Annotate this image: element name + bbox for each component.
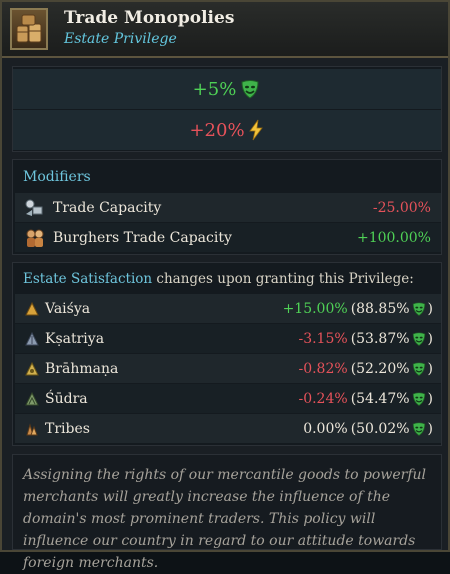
estate-total: (52.20% [350, 360, 410, 377]
privilege-title: Trade Monopolies [64, 8, 235, 28]
estate-total-close: ) [427, 330, 433, 347]
estate-change: -3.15% [298, 330, 348, 347]
estate-name: Kṣatriya [45, 330, 105, 347]
estate-total: (50.02% [350, 420, 410, 437]
estate-change: -0.24% [298, 390, 348, 407]
effect-value: +5% [192, 78, 237, 100]
modifiers-panel: Modifiers Trade Capacity -25.00% Burgher… [12, 159, 442, 255]
tooltip-header: Trade Monopolies Estate Privilege [2, 2, 448, 58]
estate-total: (53.87% [350, 330, 410, 347]
modifier-value: +100.00% [356, 229, 431, 246]
mask-icon [412, 331, 425, 346]
privilege-tooltip: Trade Monopolies Estate Privilege +5% +2… [0, 0, 450, 571]
effect-value: +20% [189, 119, 245, 141]
estate-total-close: ) [427, 420, 433, 437]
estate-total-close: ) [427, 390, 433, 407]
trade-capacity-icon [25, 199, 43, 216]
mask-icon [412, 361, 425, 376]
modifier-label: Trade Capacity [53, 199, 162, 216]
estate-change: -0.82% [298, 360, 348, 377]
estate-name: Tribes [45, 420, 90, 437]
estate-change: +15.00% [282, 300, 348, 317]
estate-row-kshatriya[interactable]: Kṣatriya -3.15% (53.87% ) [15, 324, 441, 353]
effect-row-power: +20% [13, 110, 441, 150]
burghers-icon [26, 229, 44, 247]
tribes-estate-icon [26, 422, 38, 435]
modifiers-heading: Modifiers [23, 169, 91, 185]
mask-icon [412, 391, 425, 406]
estate-row-brahmana[interactable]: Brāhmaṇa -0.82% (52.20% ) [15, 354, 441, 383]
modifier-row[interactable]: Trade Capacity -25.00% [15, 193, 441, 222]
modifier-label: Burghers Trade Capacity [53, 229, 232, 246]
kshatriya-estate-icon [25, 331, 39, 345]
estate-total-close: ) [427, 360, 433, 377]
estate-total: (54.47% [350, 390, 410, 407]
privilege-description: Assigning the rights of our mercantile g… [23, 467, 426, 571]
estate-total-close: ) [427, 300, 433, 317]
effects-panel: +5% +20% [12, 66, 442, 152]
estate-total: (88.85% [350, 300, 410, 317]
lightning-icon [248, 119, 263, 141]
vaishya-estate-icon [25, 301, 39, 315]
estate-name: Brāhmaṇa [45, 360, 119, 377]
effect-row-satisfaction: +5% [13, 69, 441, 109]
mask-icon [412, 301, 425, 316]
goods-crates-icon [10, 8, 48, 50]
estate-row-vaishya[interactable]: Vaiśya +15.00% (88.85% ) [15, 294, 441, 323]
privilege-subtitle: Estate Privilege [64, 31, 177, 47]
estate-change: 0.00% [303, 420, 348, 437]
estate-satisfaction-heading: Estate Satisfaction changes upon grantin… [23, 271, 414, 287]
shudra-estate-icon [25, 391, 39, 405]
estate-satisfaction-subtitle: changes upon granting this Privilege: [152, 271, 414, 287]
mask-icon [412, 421, 425, 436]
estate-row-tribes[interactable]: Tribes 0.00% (50.02% ) [15, 414, 441, 443]
brahmana-estate-icon [25, 361, 39, 375]
estate-name: Vaiśya [45, 300, 91, 317]
mask-icon [241, 80, 259, 99]
estate-row-shudra[interactable]: Śūdra -0.24% (54.47% ) [15, 384, 441, 413]
estate-name: Śūdra [45, 390, 88, 407]
privilege-description-box: Assigning the rights of our mercantile g… [12, 454, 442, 571]
modifier-value: -25.00% [372, 199, 431, 216]
estate-satisfaction-panel: Estate Satisfaction changes upon grantin… [12, 262, 442, 446]
estate-satisfaction-title: Estate Satisfaction [23, 271, 153, 287]
modifier-row[interactable]: Burghers Trade Capacity +100.00% [15, 223, 441, 252]
